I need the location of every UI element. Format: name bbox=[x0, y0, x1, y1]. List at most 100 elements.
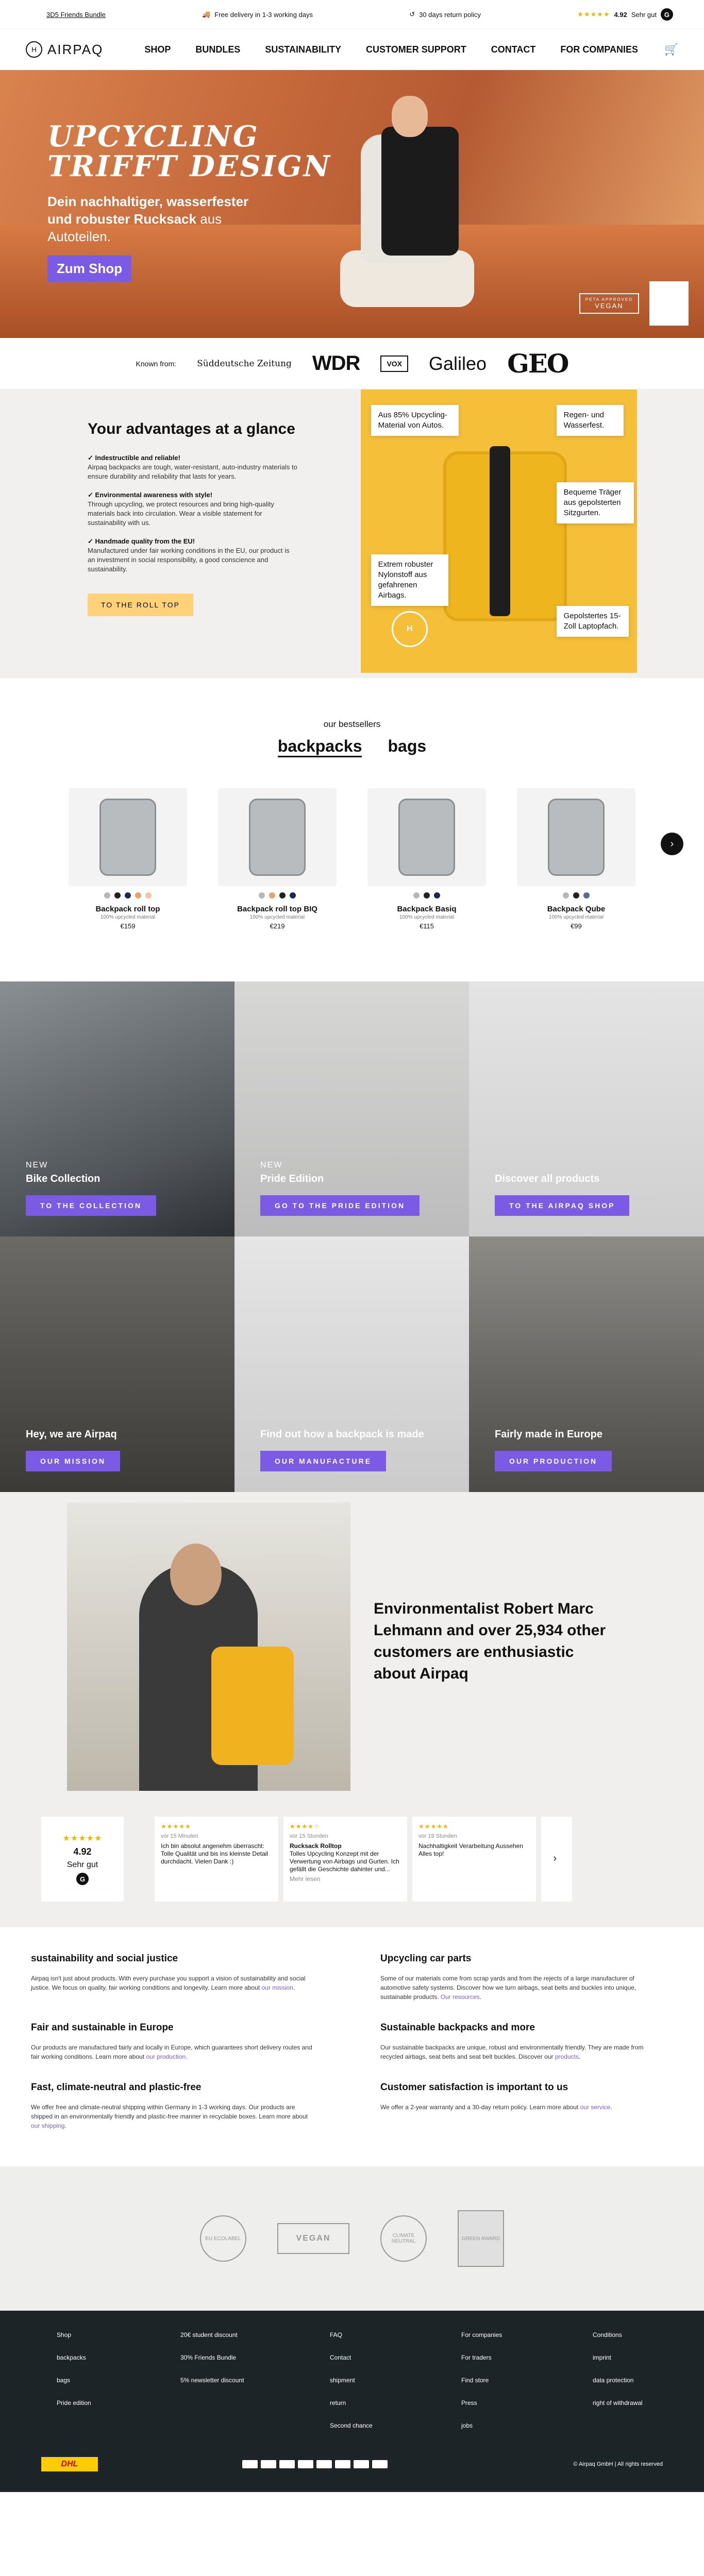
color-swatch[interactable] bbox=[259, 892, 265, 899]
color-swatch[interactable] bbox=[563, 892, 569, 899]
geo-logo: GEO bbox=[507, 348, 569, 379]
review-summary[interactable]: ★★★★★ 4.92 Sehr gut G bbox=[41, 1817, 124, 1902]
nav-contact[interactable]: CONTACT bbox=[491, 44, 536, 55]
product-price: €159 bbox=[120, 922, 136, 930]
manufacture-button[interactable]: OUR MANUFACTURE bbox=[260, 1451, 387, 1471]
product-name[interactable]: Backpack Qube bbox=[517, 905, 635, 913]
tab-backpacks[interactable]: backpacks bbox=[277, 737, 362, 757]
collection-button[interactable]: TO THE COLLECTION bbox=[26, 1195, 156, 1216]
promo-tile: Hey, we are Airpaq OUR MISSION bbox=[0, 1236, 234, 1492]
rating-stars-icon: ★★★★★ bbox=[418, 1823, 449, 1830]
nav-shop[interactable]: SHOP bbox=[144, 44, 171, 55]
color-swatch[interactable] bbox=[269, 892, 275, 899]
footer-link[interactable]: For traders bbox=[461, 2354, 593, 2361]
callout: Regen- und Wasserfest. bbox=[556, 405, 624, 436]
color-swatch[interactable] bbox=[279, 892, 286, 899]
shop-cta-button[interactable]: Zum Shop bbox=[47, 256, 132, 282]
footer-link[interactable]: bags bbox=[57, 2377, 180, 2384]
footer-columns: Shop backpacks bags Pride edition 20€ studen… bbox=[41, 2331, 663, 2445]
product-name[interactable]: Backpack roll top BIQ bbox=[218, 905, 337, 913]
info-link[interactable]: products bbox=[555, 2053, 579, 2060]
color-swatch[interactable] bbox=[114, 892, 121, 899]
info-link[interactable]: our production bbox=[146, 2053, 186, 2060]
footer-link[interactable]: Contact bbox=[330, 2354, 461, 2361]
info-block: sustainability and social justice Airpaq … bbox=[31, 1953, 306, 1991]
footer-link[interactable]: Conditions bbox=[593, 2331, 696, 2338]
product-name[interactable]: Backpack Basiq bbox=[367, 905, 486, 913]
footer-link[interactable]: 5% newsletter discount bbox=[180, 2377, 330, 2384]
footer-link[interactable]: shipment bbox=[330, 2377, 461, 2384]
footer-link[interactable]: Find store bbox=[461, 2377, 593, 2384]
product-image[interactable] bbox=[367, 788, 486, 886]
info-link[interactable]: our mission bbox=[262, 1984, 293, 1991]
product-card[interactable]: Backpack roll top 100% upcycled material… bbox=[69, 788, 187, 930]
footer-link[interactable]: right of withdrawal bbox=[593, 2399, 696, 2406]
footer-link[interactable]: return bbox=[330, 2399, 461, 2406]
color-swatch[interactable] bbox=[135, 892, 141, 899]
bundle-link[interactable]: 3D5 Friends Bundle bbox=[46, 11, 106, 19]
product-meta: 100% upcycled material bbox=[100, 914, 156, 920]
footer-link[interactable]: FAQ bbox=[330, 2331, 461, 2338]
read-more-link[interactable]: Mehr lesen bbox=[290, 1875, 401, 1883]
footer-column: Conditions imprint data protection right of… bbox=[593, 2331, 696, 2445]
google-icon: G bbox=[660, 8, 673, 21]
info-block: Fast, climate-neutral and plastic-free We… bbox=[31, 2082, 308, 2129]
production-button[interactable]: OUR PRODUCTION bbox=[495, 1451, 612, 1471]
footer-link[interactable]: 30% Friends Bundle bbox=[180, 2354, 330, 2361]
footer-link[interactable]: backpacks bbox=[57, 2354, 180, 2361]
promo-tile: NEW Pride Edition GO TO THE PRIDE EDITION bbox=[234, 981, 469, 1236]
color-swatch[interactable] bbox=[424, 892, 430, 899]
footer-link[interactable]: Pride edition bbox=[57, 2399, 180, 2406]
footer-link[interactable]: For companies bbox=[461, 2331, 593, 2338]
footer-link[interactable]: 20€ student discount bbox=[180, 2331, 330, 2338]
product-name[interactable]: Backpack roll top bbox=[69, 905, 187, 913]
info-link[interactable]: Our resources bbox=[441, 1993, 480, 2001]
product-image[interactable] bbox=[517, 788, 635, 886]
chevron-right-icon[interactable]: › bbox=[553, 1853, 557, 1865]
footer-bottom: DHL © Airpaq GmbH | All rights reserved bbox=[41, 2457, 663, 2471]
rating-widget[interactable]: ★★★★★ 4.92 Sehr gut G bbox=[577, 8, 673, 21]
info-link[interactable]: our shipping bbox=[31, 2122, 64, 2129]
cart-icon[interactable]: 🛒 bbox=[664, 43, 678, 56]
footer-link[interactable]: Shop bbox=[57, 2331, 180, 2338]
color-swatch[interactable] bbox=[573, 892, 579, 899]
logo[interactable]: H AIRPAQ bbox=[26, 41, 103, 58]
product-card[interactable]: Backpack roll top BIQ 100% upcycled mate… bbox=[218, 788, 337, 930]
footer-link[interactable]: Press bbox=[461, 2399, 593, 2406]
color-swatch[interactable] bbox=[434, 892, 440, 899]
product-image[interactable] bbox=[218, 788, 337, 886]
nav-for-companies[interactable]: FOR COMPANIES bbox=[560, 44, 638, 55]
footer-link[interactable]: jobs bbox=[461, 2422, 593, 2429]
color-swatch[interactable] bbox=[145, 892, 152, 899]
pride-edition-button[interactable]: GO TO THE PRIDE EDITION bbox=[260, 1195, 420, 1216]
nav-bundles[interactable]: BUNDLES bbox=[195, 44, 240, 55]
known-from-label: Known from: bbox=[136, 359, 177, 368]
swatches bbox=[218, 892, 337, 899]
review-card: ★★★★☆ vor 15 Stunden Rucksack Rolltop Tolle… bbox=[283, 1817, 407, 1902]
color-swatch[interactable] bbox=[290, 892, 296, 899]
info-link[interactable]: our service bbox=[580, 2104, 611, 2111]
color-swatch[interactable] bbox=[125, 892, 131, 899]
vox-logo: VOX bbox=[380, 355, 409, 372]
product-price: €99 bbox=[571, 922, 582, 930]
roll-top-button[interactable]: TO THE ROLL TOP bbox=[88, 594, 193, 616]
nav-customer-support[interactable]: CUSTOMER SUPPORT bbox=[366, 44, 466, 55]
amex-icon bbox=[298, 2460, 313, 2468]
carousel-next-button[interactable]: › bbox=[661, 833, 683, 855]
color-swatch[interactable] bbox=[413, 892, 420, 899]
product-card[interactable]: Backpack Qube 100% upcycled material €99 bbox=[517, 788, 635, 930]
color-swatch[interactable] bbox=[583, 892, 590, 899]
footer-link[interactable]: data protection bbox=[593, 2377, 696, 2384]
tab-bags[interactable]: bags bbox=[388, 737, 426, 757]
footer-link[interactable]: imprint bbox=[593, 2354, 696, 2361]
product-image[interactable] bbox=[69, 788, 187, 886]
mission-button[interactable]: OUR MISSION bbox=[26, 1451, 121, 1471]
footer-link[interactable]: Second chance bbox=[330, 2422, 461, 2429]
nav-sustainability[interactable]: SUSTAINABILITY bbox=[265, 44, 341, 55]
review-card: ★★★★★ vor 15 Minuten Ich bin absolut angen… bbox=[155, 1817, 278, 1902]
product-card[interactable]: Backpack Basiq 100% upcycled material €1… bbox=[367, 788, 486, 930]
info-section: sustainability and social justice Airpaq … bbox=[0, 1927, 704, 2166]
color-swatch[interactable] bbox=[104, 892, 110, 899]
copyright: © Airpaq GmbH | All rights reserved bbox=[573, 2461, 663, 2467]
shop-button[interactable]: TO THE AIRPAQ SHOP bbox=[495, 1195, 630, 1216]
